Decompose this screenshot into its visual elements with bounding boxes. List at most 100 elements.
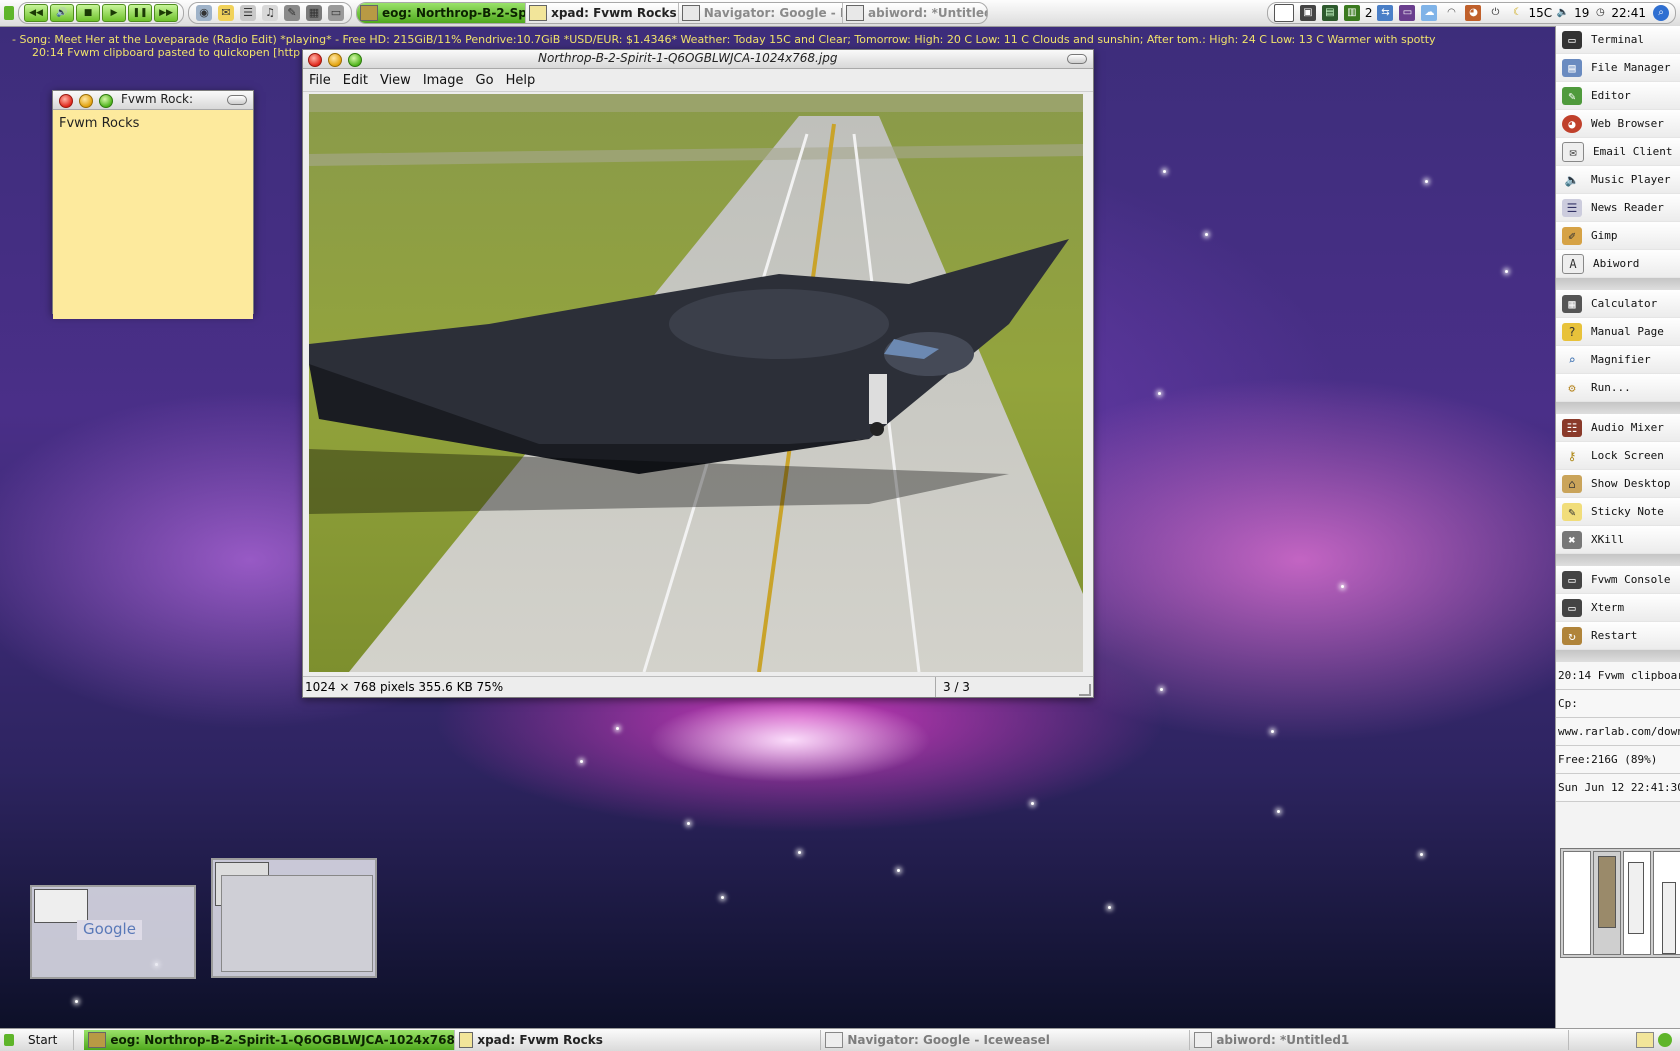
quick-launch: ◉ ✉ ☰ ♫ ✎ ▦ ▭ bbox=[188, 2, 352, 24]
pager-desk-1[interactable] bbox=[1563, 851, 1591, 955]
previous-track-button[interactable]: ◀◀ bbox=[24, 4, 48, 22]
console-icon: ▭ bbox=[1562, 570, 1582, 589]
pager-desk-3[interactable] bbox=[1623, 851, 1651, 955]
status-tray-icon[interactable] bbox=[1658, 1033, 1672, 1047]
wifi-icon[interactable]: ◠ bbox=[1443, 5, 1459, 21]
launcher-web-browser[interactable]: ◕ Web Browser bbox=[1556, 110, 1680, 138]
pager-desk-2[interactable] bbox=[1593, 851, 1621, 955]
play-button[interactable]: ▶ bbox=[102, 4, 126, 22]
launcher-fvwm-console[interactable]: ▭ Fvwm Console bbox=[1556, 566, 1680, 594]
launcher-music-player[interactable]: 🔈 Music Player bbox=[1556, 166, 1680, 194]
launcher-calculator[interactable]: ▦ Calculator bbox=[1556, 290, 1680, 318]
top-task-xpad[interactable]: xpad: Fvwm Rocks bbox=[526, 3, 679, 23]
screen-icon[interactable]: ▭ bbox=[1399, 5, 1416, 21]
top-panel: ◀◀ 🔊 ■ ▶ ❚❚ ▶▶ ◉ ✉ ☰ ♫ ✎ ▦ ▭ eog: Northr… bbox=[0, 0, 1680, 27]
paint-icon[interactable]: ✎ bbox=[284, 5, 300, 21]
desk2-pager-icon[interactable]: ▣ bbox=[1299, 5, 1316, 21]
desk4-pager-icon[interactable]: ▥ bbox=[1343, 5, 1360, 21]
launcher-xterm[interactable]: ▭ Xterm bbox=[1556, 594, 1680, 622]
separator bbox=[1556, 402, 1680, 414]
shade-button[interactable] bbox=[227, 95, 247, 105]
minimize-button[interactable] bbox=[328, 53, 342, 67]
maximize-button[interactable] bbox=[348, 53, 362, 67]
pager-desk-4[interactable] bbox=[1653, 851, 1680, 955]
top-task-navigator[interactable]: Navigator: Google - I bbox=[679, 3, 844, 23]
close-button[interactable] bbox=[59, 94, 73, 108]
search-icon[interactable]: ⌕ bbox=[1653, 5, 1669, 21]
launcher-abiword[interactable]: A Abiword bbox=[1556, 250, 1680, 278]
launcher-sticky-note[interactable]: ✎ Sticky Note bbox=[1556, 498, 1680, 526]
network-icon[interactable]: ⇆ bbox=[1377, 5, 1394, 21]
right-launcher-panel: ▭ Terminal ▤ File Manager ✎ Editor ◕ Web Bro… bbox=[1555, 26, 1680, 1028]
notes-tray-icon[interactable] bbox=[1636, 1032, 1654, 1048]
clock[interactable]: 22:41 bbox=[1611, 6, 1646, 20]
stop-button[interactable]: ■ bbox=[76, 4, 100, 22]
panel-handle-icon[interactable] bbox=[4, 6, 14, 20]
display-icon[interactable]: ▭ bbox=[328, 5, 344, 21]
window-thumbnail-browser[interactable]: Google bbox=[30, 885, 196, 979]
top-taskbar: eog: Northrop-B-2-Sp xpad: Fvwm Rocks Na… bbox=[356, 2, 988, 24]
menu-edit[interactable]: Edit bbox=[337, 73, 374, 88]
news-icon[interactable]: ☰ bbox=[240, 5, 256, 21]
mail-icon[interactable]: ✉ bbox=[218, 5, 234, 21]
menu-image[interactable]: Image bbox=[417, 73, 470, 88]
next-track-button[interactable]: ▶▶ bbox=[154, 4, 178, 22]
sticky-note-text[interactable]: Fvwm Rocks bbox=[53, 110, 253, 319]
pager-window bbox=[1662, 882, 1676, 954]
resize-grip-icon[interactable] bbox=[1079, 684, 1091, 696]
bottom-task-eog[interactable]: eog: Northrop-B-2-Spirit-1-Q6OGBLWJCA-10… bbox=[84, 1030, 456, 1050]
launcher-manual-page[interactable]: ? Manual Page bbox=[1556, 318, 1680, 346]
news-icon: ☰ bbox=[1562, 198, 1582, 217]
launcher-show-desktop[interactable]: ⌂ Show Desktop bbox=[1556, 470, 1680, 498]
launcher-email-client[interactable]: ✉ Email Client bbox=[1556, 138, 1680, 166]
launcher-editor[interactable]: ✎ Editor bbox=[1556, 82, 1680, 110]
bottom-task-xpad[interactable]: xpad: Fvwm Rocks bbox=[455, 1030, 822, 1050]
pager-window bbox=[1598, 856, 1616, 928]
music-icon[interactable]: ♫ bbox=[262, 5, 278, 21]
menu-help[interactable]: Help bbox=[500, 73, 542, 88]
desk1-pager-icon[interactable] bbox=[1273, 4, 1294, 22]
menu-view[interactable]: View bbox=[374, 73, 417, 88]
menu-go[interactable]: Go bbox=[470, 73, 500, 88]
firefox-icon[interactable]: ◕ bbox=[1465, 5, 1482, 21]
menu-file[interactable]: File bbox=[303, 73, 337, 88]
launcher-file-manager[interactable]: ▤ File Manager bbox=[1556, 54, 1680, 82]
desktop-pager[interactable] bbox=[1560, 848, 1680, 958]
launcher-gimp[interactable]: ✐ Gimp bbox=[1556, 222, 1680, 250]
sticky-note-icon: ✎ bbox=[1562, 502, 1582, 521]
image-canvas[interactable] bbox=[309, 94, 1083, 672]
window-thumbnail-desktop[interactable] bbox=[211, 858, 377, 978]
top-task-label: eog: Northrop-B-2-Sp bbox=[382, 6, 527, 20]
launcher-audio-mixer[interactable]: ☷ Audio Mixer bbox=[1556, 414, 1680, 442]
chat-icon[interactable]: ☁ bbox=[1421, 5, 1438, 21]
bottom-task-abiword[interactable]: abiword: *Untitled1 bbox=[1190, 1030, 1570, 1050]
maximize-button[interactable] bbox=[99, 94, 113, 108]
terminal-icon: ▭ bbox=[1562, 30, 1582, 49]
info-clipboard: 20:14 Fvwm clipboard bbox=[1556, 662, 1680, 690]
shade-button[interactable] bbox=[1067, 54, 1087, 64]
globe-icon[interactable]: ◉ bbox=[196, 5, 212, 21]
start-button[interactable]: Start bbox=[14, 1030, 75, 1050]
desk3-pager-icon[interactable]: ▤ bbox=[1321, 5, 1338, 21]
mute-button[interactable]: 🔊 bbox=[50, 4, 74, 22]
top-task-eog[interactable]: eog: Northrop-B-2-Sp bbox=[357, 3, 527, 23]
launcher-lock-screen[interactable]: ⚷ Lock Screen bbox=[1556, 442, 1680, 470]
top-task-abiword[interactable]: abiword: *Untitled1 bbox=[843, 3, 987, 23]
video-icon[interactable]: ▦ bbox=[306, 5, 322, 21]
viewer-titlebar[interactable]: Northrop-B-2-Spirit-1-Q6OGBLWJCA-1024x76… bbox=[303, 50, 1093, 69]
close-button[interactable] bbox=[308, 53, 322, 67]
volume-icon[interactable]: 🔈 bbox=[1555, 5, 1571, 21]
start-logo-icon bbox=[4, 1034, 14, 1046]
launcher-magnifier[interactable]: ⌕ Magnifier bbox=[1556, 346, 1680, 374]
launcher-xkill[interactable]: ✖ XKill bbox=[1556, 526, 1680, 554]
launcher-restart[interactable]: ↻ Restart bbox=[1556, 622, 1680, 650]
weather-moon-icon[interactable]: ☾ bbox=[1509, 5, 1525, 21]
launcher-terminal[interactable]: ▭ Terminal bbox=[1556, 26, 1680, 54]
launcher-run[interactable]: ⚙ Run... bbox=[1556, 374, 1680, 402]
sticky-titlebar[interactable]: Fvwm Rock: bbox=[53, 91, 253, 110]
launcher-news-reader[interactable]: ☰ News Reader bbox=[1556, 194, 1680, 222]
minimize-button[interactable] bbox=[79, 94, 93, 108]
pause-button[interactable]: ❚❚ bbox=[128, 4, 152, 22]
bottom-task-navigator[interactable]: Navigator: Google - Iceweasel bbox=[821, 1030, 1191, 1050]
power-icon[interactable]: ⏻ bbox=[1487, 5, 1503, 21]
